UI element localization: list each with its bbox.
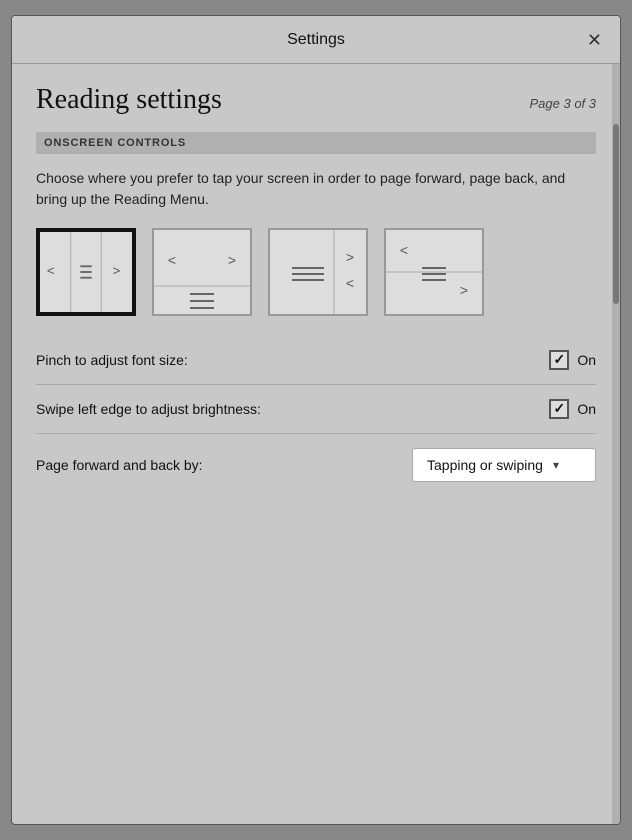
layout-option-4[interactable]: < > [384,228,484,316]
scroll-thumb[interactable] [613,124,619,304]
layout-options-row: < > < > [36,228,596,316]
swipe-brightness-label: Swipe left edge to adjust brightness: [36,401,261,417]
scroll-track[interactable] [612,64,620,824]
pinch-font-label: Pinch to adjust font size: [36,352,188,368]
page-forward-label: Page forward and back by: [36,457,203,473]
layout-option-1[interactable]: < > [36,228,136,316]
swipe-brightness-control: On [549,399,596,419]
page-forward-row: Page forward and back by: Tapping or swi… [36,434,596,496]
swipe-brightness-checkbox[interactable] [549,399,569,419]
chevron-down-icon: ▾ [553,458,559,472]
dropdown-value: Tapping or swiping [427,457,543,473]
section-description: Choose where you prefer to tap your scre… [36,168,596,210]
layout-svg-1: < > [40,232,132,312]
swipe-brightness-row: Swipe left edge to adjust brightness: On [36,385,596,434]
svg-text:<: < [400,242,408,258]
svg-text:>: > [228,252,236,268]
pinch-font-checkbox[interactable] [549,350,569,370]
page-indicator: Page 3 of 3 [530,96,597,111]
pinch-font-row: Pinch to adjust font size: On [36,336,596,385]
svg-text:>: > [113,263,121,278]
layout-svg-2: < > [154,230,250,314]
page-heading-row: Reading settings Page 3 of 3 [36,84,596,116]
swipe-brightness-status: On [577,401,596,417]
settings-dialog: Settings ✕ Reading settings Page 3 of 3 … [11,15,621,825]
pinch-font-status: On [577,352,596,368]
svg-text:>: > [346,249,354,265]
svg-text:<: < [346,275,354,291]
dialog-header: Settings ✕ [12,16,620,64]
dialog-title: Settings [287,31,345,49]
page-title: Reading settings [36,84,222,116]
layout-option-3[interactable]: > < [268,228,368,316]
layout-svg-3: > < [270,230,366,314]
svg-text:<: < [47,263,55,278]
svg-text:>: > [460,282,468,298]
pinch-font-control: On [549,350,596,370]
svg-text:<: < [168,252,176,268]
layout-option-2[interactable]: < > [152,228,252,316]
layout-svg-4: < > [386,230,482,314]
section-label-onscreen: ONSCREEN CONTROLS [36,132,596,154]
page-forward-dropdown[interactable]: Tapping or swiping ▾ [412,448,596,482]
dialog-body: Reading settings Page 3 of 3 ONSCREEN CO… [12,64,620,824]
close-button[interactable]: ✕ [583,27,606,53]
